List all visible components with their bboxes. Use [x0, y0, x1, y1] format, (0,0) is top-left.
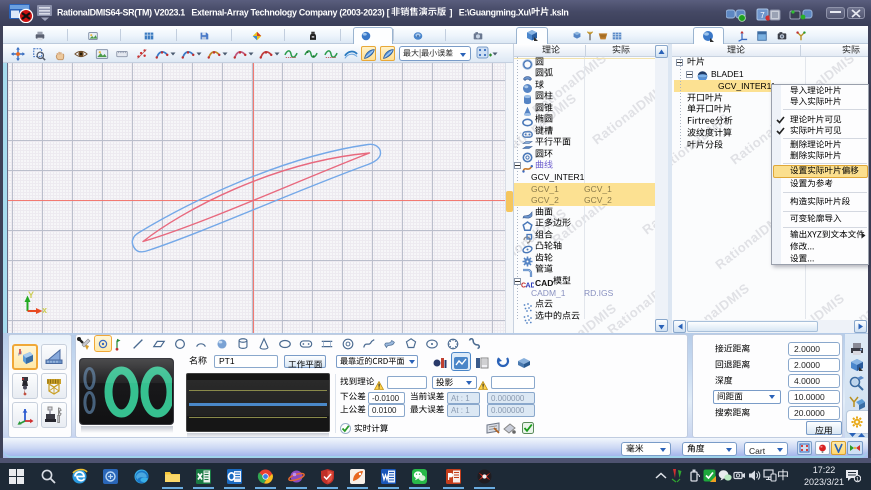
svg-text:1: 1: [856, 477, 859, 483]
svg-text:Y: Y: [28, 290, 34, 300]
svg-text:7: 7: [760, 11, 765, 20]
svg-text:x: x: [42, 305, 47, 315]
